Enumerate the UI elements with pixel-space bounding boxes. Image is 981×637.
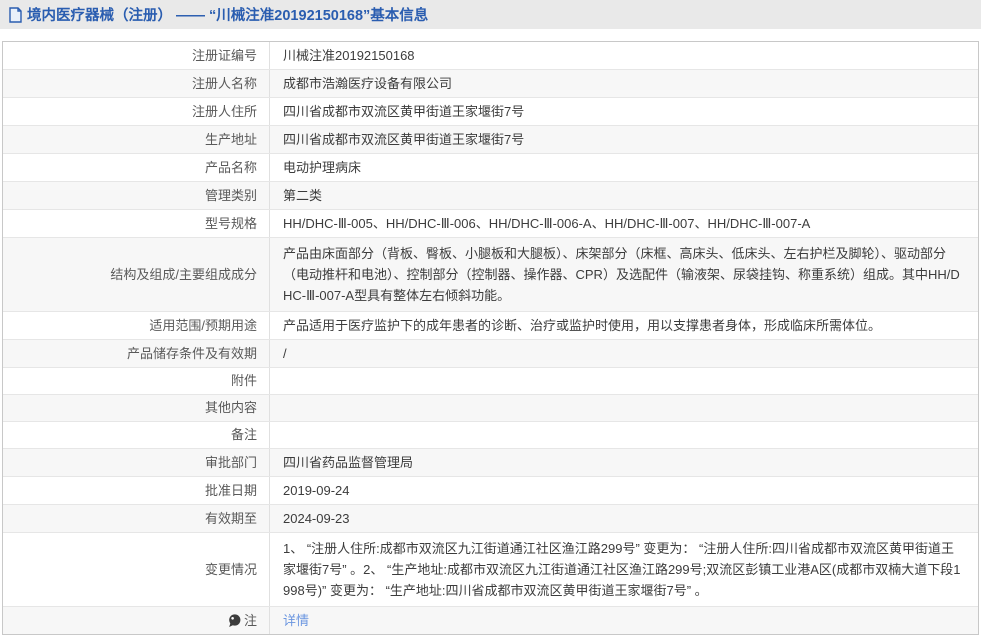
row-value: HH/DHC-Ⅲ-005、HH/DHC-Ⅲ-006、HH/DHC-Ⅲ-006-A… bbox=[270, 210, 978, 237]
table-row-note: 注 详情 bbox=[3, 606, 978, 634]
row-value: 产品适用于医疗监护下的成年患者的诊断、治疗或监护时使用，用以支撑患者身体，形成临… bbox=[270, 312, 978, 339]
table-row: 适用范围/预期用途 产品适用于医疗监护下的成年患者的诊断、治疗或监护时使用，用以… bbox=[3, 311, 978, 339]
table-row: 批准日期 2019-09-24 bbox=[3, 476, 978, 504]
registration-info-table: 注册证编号 川械注准20192150168 注册人名称 成都市浩瀚医疗设备有限公… bbox=[2, 41, 979, 635]
table-row: 注册人名称 成都市浩瀚医疗设备有限公司 bbox=[3, 69, 978, 97]
note-balloon-icon bbox=[228, 614, 241, 628]
row-value: 四川省成都市双流区黄甲街道王家堰街7号 bbox=[270, 98, 978, 125]
row-label: 注册人住所 bbox=[3, 98, 270, 125]
page-title: 境内医疗器械（注册） —— “川械注准20192150168”基本信息 bbox=[27, 4, 428, 25]
row-label: 备注 bbox=[3, 422, 270, 448]
table-row: 注册人住所 四川省成都市双流区黄甲街道王家堰街7号 bbox=[3, 97, 978, 125]
row-label: 型号规格 bbox=[3, 210, 270, 237]
row-value bbox=[270, 422, 978, 448]
table-row: 审批部门 四川省药品监督管理局 bbox=[3, 448, 978, 476]
table-row: 变更情况 1、 “注册人住所:成都市双流区九江街道通江社区渔江路299号” 变更… bbox=[3, 532, 978, 606]
row-label: 其他内容 bbox=[3, 395, 270, 421]
row-label: 注册证编号 bbox=[3, 42, 270, 69]
page-header: 境内医疗器械（注册） —— “川械注准20192150168”基本信息 bbox=[0, 0, 981, 29]
row-label: 产品名称 bbox=[3, 154, 270, 181]
row-value: 产品由床面部分（背板、臀板、小腿板和大腿板）、床架部分（床框、高床头、低床头、左… bbox=[270, 238, 978, 311]
row-label: 产品储存条件及有效期 bbox=[3, 340, 270, 367]
note-label: 注 bbox=[244, 611, 257, 631]
table-row: 注册证编号 川械注准20192150168 bbox=[3, 42, 978, 69]
row-value: / bbox=[270, 340, 978, 367]
table-row: 产品名称 电动护理病床 bbox=[3, 153, 978, 181]
document-icon bbox=[8, 7, 23, 23]
row-value: 电动护理病床 bbox=[270, 154, 978, 181]
row-value: 详情 bbox=[270, 607, 978, 634]
row-label: 附件 bbox=[3, 368, 270, 394]
row-label: 批准日期 bbox=[3, 477, 270, 504]
row-value bbox=[270, 395, 978, 421]
table-row: 产品储存条件及有效期 / bbox=[3, 339, 978, 367]
row-value: 川械注准20192150168 bbox=[270, 42, 978, 69]
table-row: 型号规格 HH/DHC-Ⅲ-005、HH/DHC-Ⅲ-006、HH/DHC-Ⅲ-… bbox=[3, 209, 978, 237]
table-row: 生产地址 四川省成都市双流区黄甲街道王家堰街7号 bbox=[3, 125, 978, 153]
row-label: 结构及组成/主要组成成分 bbox=[3, 238, 270, 311]
table-row: 附件 bbox=[3, 367, 978, 394]
row-label: 管理类别 bbox=[3, 182, 270, 209]
row-value: 1、 “注册人住所:成都市双流区九江街道通江社区渔江路299号” 变更为： “注… bbox=[270, 533, 978, 606]
table-row: 备注 bbox=[3, 421, 978, 448]
table-row: 其他内容 bbox=[3, 394, 978, 421]
table-row: 结构及组成/主要组成成分 产品由床面部分（背板、臀板、小腿板和大腿板）、床架部分… bbox=[3, 237, 978, 311]
row-label: 审批部门 bbox=[3, 449, 270, 476]
table-row: 管理类别 第二类 bbox=[3, 181, 978, 209]
table-row: 有效期至 2024-09-23 bbox=[3, 504, 978, 532]
row-label: 注册人名称 bbox=[3, 70, 270, 97]
row-label: 变更情况 bbox=[3, 533, 270, 606]
row-label: 适用范围/预期用途 bbox=[3, 312, 270, 339]
row-label: 有效期至 bbox=[3, 505, 270, 532]
row-value: 四川省药品监督管理局 bbox=[270, 449, 978, 476]
row-value: 第二类 bbox=[270, 182, 978, 209]
row-value: 2019-09-24 bbox=[270, 477, 978, 504]
row-value bbox=[270, 368, 978, 394]
detail-link[interactable]: 详情 bbox=[283, 610, 309, 631]
row-value: 2024-09-23 bbox=[270, 505, 978, 532]
row-value: 成都市浩瀚医疗设备有限公司 bbox=[270, 70, 978, 97]
row-label: 生产地址 bbox=[3, 126, 270, 153]
row-value: 四川省成都市双流区黄甲街道王家堰街7号 bbox=[270, 126, 978, 153]
row-label: 注 bbox=[3, 607, 270, 634]
